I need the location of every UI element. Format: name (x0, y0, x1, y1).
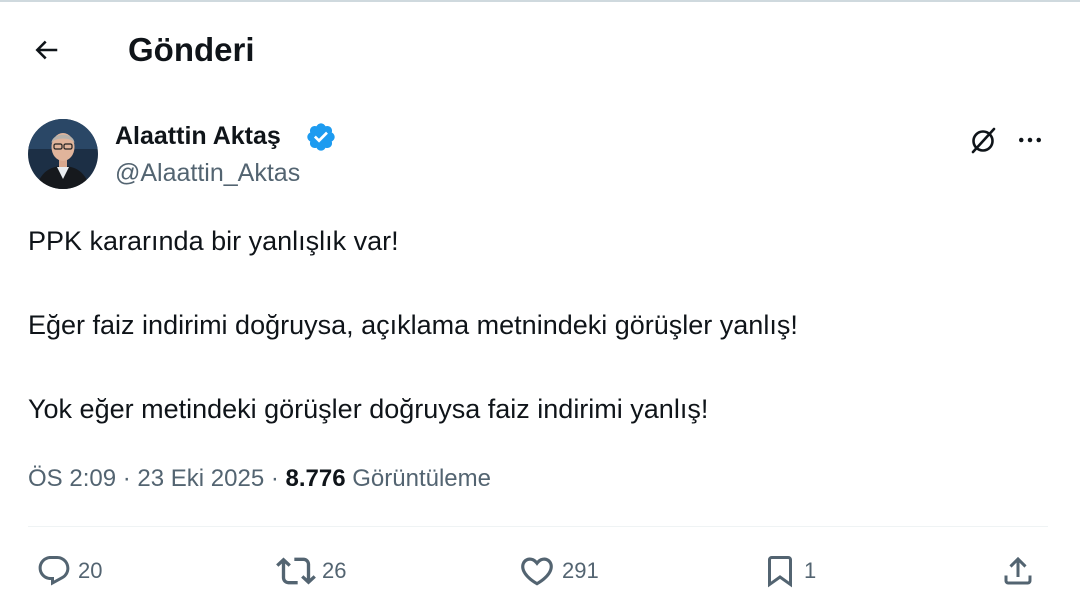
heart-icon (521, 557, 553, 586)
views-label: Görüntüleme (352, 465, 491, 492)
verified-badge-icon (305, 121, 337, 153)
back-button[interactable] (26, 30, 66, 70)
like-count: 291 (562, 558, 599, 583)
share-button[interactable] (1000, 548, 1036, 594)
more-options-button[interactable] (1010, 120, 1050, 160)
meta-separator: · (270, 465, 279, 492)
repost-icon (276, 557, 316, 585)
tweet-paragraph: Yok eğer metindeki görüşler doğruysa fai… (28, 394, 709, 424)
divider (28, 526, 1048, 527)
like-button[interactable]: 291 (518, 548, 599, 594)
action-bar: 20 26 291 1 (0, 548, 1080, 594)
tweet-paragraph: Eğer faiz indirimi doğruysa, açıklama me… (28, 310, 798, 340)
reply-button[interactable]: 20 (36, 548, 102, 594)
tweet-time[interactable]: ÖS 2:09 (28, 465, 116, 492)
meta-separator: · (122, 465, 131, 492)
reply-count: 20 (78, 558, 103, 583)
grok-button[interactable] (964, 120, 1004, 160)
tweet-paragraph: PPK kararında bir yanlışlık var! (28, 226, 399, 256)
views-count: 8.776 (285, 465, 346, 492)
avatar[interactable] (28, 119, 98, 189)
bookmark-icon (768, 556, 792, 588)
tweet-meta: ÖS 2:09 · 23 Eki 2025 · 8.776 Görüntülem… (28, 462, 491, 496)
author-name[interactable]: Alaattin Aktaş (115, 120, 281, 152)
page-header: Gönderi (0, 2, 1080, 94)
tweet-date[interactable]: 23 Eki 2025 (137, 465, 264, 492)
bookmark-count: 1 (804, 558, 817, 583)
grok-icon (971, 127, 996, 154)
arrow-left-icon (35, 40, 58, 60)
page-title: Gönderi (128, 31, 255, 68)
repost-count: 26 (322, 558, 347, 583)
author-handle[interactable]: @Alaattin_Aktas (115, 157, 300, 189)
share-icon (1004, 556, 1032, 585)
tweet-text: PPK kararında bir yanlışlık var! Eğer fa… (28, 220, 1048, 430)
more-horizontal-icon (1019, 137, 1041, 143)
bookmark-button[interactable]: 1 (762, 548, 816, 594)
avatar-photo (28, 119, 98, 189)
reply-icon (38, 556, 70, 586)
repost-button[interactable]: 26 (276, 548, 346, 594)
